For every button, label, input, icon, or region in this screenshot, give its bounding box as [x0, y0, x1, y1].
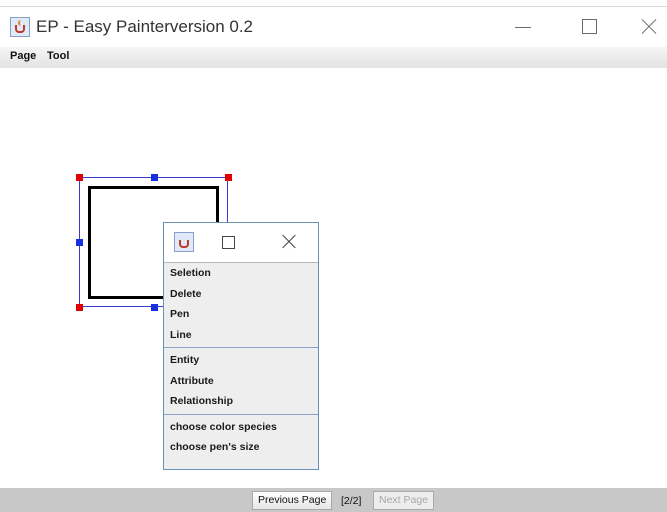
- resize-handle-top-left[interactable]: [76, 174, 83, 181]
- popup-menu: Seletion Delete Pen Line Entity Attribut…: [164, 262, 318, 458]
- top-edge: [0, 0, 667, 7]
- java-coffee-icon: [174, 232, 194, 252]
- menu-separator: [164, 413, 318, 415]
- window-title: EP - Easy Painterversion 0.2: [36, 17, 254, 36]
- menu-bar: Page Tool: [0, 47, 667, 69]
- pager-bar: Previous Page [2/2] Next Page: [0, 488, 667, 512]
- top-edge-segment: [268, 0, 334, 7]
- resize-handle-top-right[interactable]: [225, 174, 232, 181]
- menu-item-selection[interactable]: Seletion: [164, 263, 318, 284]
- menu-item-choose-pen-size[interactable]: choose pen's size: [164, 437, 318, 458]
- popup-close-button[interactable]: [280, 233, 298, 251]
- close-button[interactable]: [633, 12, 663, 42]
- menu-item-delete[interactable]: Delete: [164, 284, 318, 305]
- tool-popup-window: Seletion Delete Pen Line Entity Attribut…: [163, 222, 319, 470]
- next-page-button[interactable]: Next Page: [373, 491, 435, 510]
- maximize-button[interactable]: [575, 12, 605, 42]
- menu-separator: [164, 347, 318, 348]
- menu-item-pen[interactable]: Pen: [164, 304, 318, 325]
- page-indicator: [2/2]: [341, 495, 362, 507]
- top-edge-segment: [334, 0, 667, 7]
- window-titlebar[interactable]: EP - Easy Painterversion 0.2: [0, 8, 667, 48]
- resize-handle-bottom-left[interactable]: [76, 304, 83, 311]
- menu-page[interactable]: Page: [10, 50, 36, 62]
- java-coffee-icon: [10, 17, 30, 37]
- menu-item-relationship[interactable]: Relationship: [164, 391, 318, 412]
- menu-item-entity[interactable]: Entity: [164, 350, 318, 371]
- minimize-button[interactable]: [508, 12, 538, 42]
- resize-handle-left[interactable]: [76, 239, 83, 246]
- menu-item-line[interactable]: Line: [164, 325, 318, 346]
- popup-titlebar[interactable]: [164, 223, 318, 262]
- popup-maximize-button[interactable]: [222, 236, 235, 249]
- menu-item-choose-color[interactable]: choose color species: [164, 417, 318, 438]
- menu-tool[interactable]: Tool: [47, 50, 69, 62]
- resize-handle-bottom[interactable]: [151, 304, 158, 311]
- previous-page-button[interactable]: Previous Page: [252, 491, 333, 510]
- resize-handle-top[interactable]: [151, 174, 158, 181]
- top-edge-segment: [0, 0, 268, 7]
- menu-item-attribute[interactable]: Attribute: [164, 371, 318, 392]
